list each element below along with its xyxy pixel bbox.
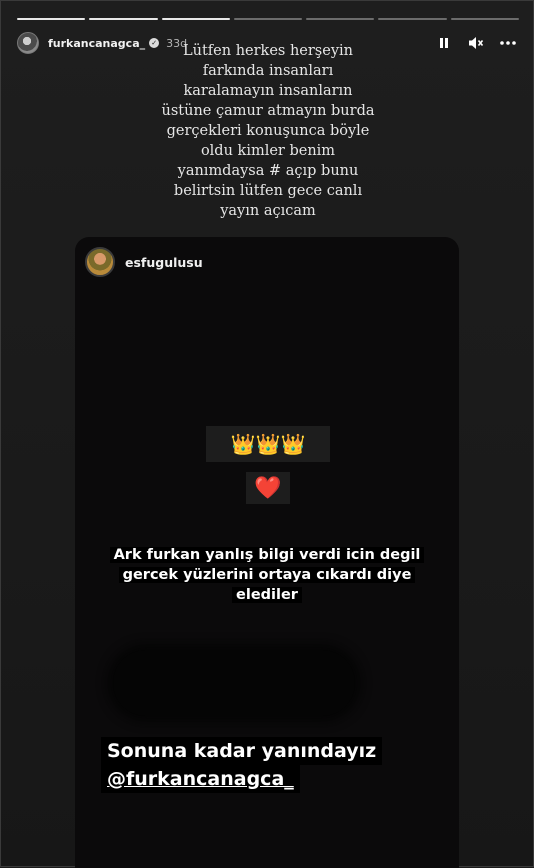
heart-icon: ❤️ xyxy=(254,475,282,501)
story-viewer: furkancanagca_ ✓ 33d Lütfen herkes herşe… xyxy=(0,0,534,868)
progress-segment xyxy=(233,18,303,20)
story-controls xyxy=(435,34,517,52)
story-caption: Lütfen herkes herşeyin farkında insanlar… xyxy=(161,43,375,219)
overlay-text-line: elediler xyxy=(232,587,302,603)
overlay-text-line: Ark furkan yanlış bilgi verdi icin degil xyxy=(109,547,425,563)
shared-post-username[interactable]: esfugulusu xyxy=(125,255,203,270)
progress-segment xyxy=(378,18,447,20)
progress-segment xyxy=(450,18,519,20)
heart-emoji: ❤️ xyxy=(246,472,290,504)
more-icon[interactable] xyxy=(499,34,517,52)
shared-post[interactable]: esfugulusu 👑👑👑 ❤️ Ark furkan yanlış bilg… xyxy=(75,237,459,868)
progress-segment xyxy=(161,18,230,20)
story-progress-bar xyxy=(17,18,519,21)
post-overlay-text: Ark furkan yanlış bilgi verdi icin degil… xyxy=(100,545,434,605)
post-cta-text: Sonuna kadar yanındayız @furkancanagca_ xyxy=(101,737,383,793)
progress-segment xyxy=(17,18,86,20)
shared-post-avatar[interactable] xyxy=(85,247,115,277)
pause-icon[interactable] xyxy=(435,34,453,52)
crown-emoji-row: 👑👑👑 xyxy=(206,426,330,462)
mute-icon[interactable] xyxy=(467,34,485,52)
shared-post-header: esfugulusu xyxy=(85,247,203,277)
cta-line: Sonuna kadar yanındayız xyxy=(101,737,383,765)
redacted-region xyxy=(113,650,355,716)
progress-segment xyxy=(89,18,158,20)
progress-segment xyxy=(306,18,375,20)
mention-link[interactable]: @furkancanagca_ xyxy=(101,765,300,793)
avatar[interactable] xyxy=(17,32,39,54)
story-username[interactable]: furkancanagca_ xyxy=(48,37,145,50)
overlay-text-line: gercek yüzlerini ortaya cıkardı diye xyxy=(118,567,416,583)
